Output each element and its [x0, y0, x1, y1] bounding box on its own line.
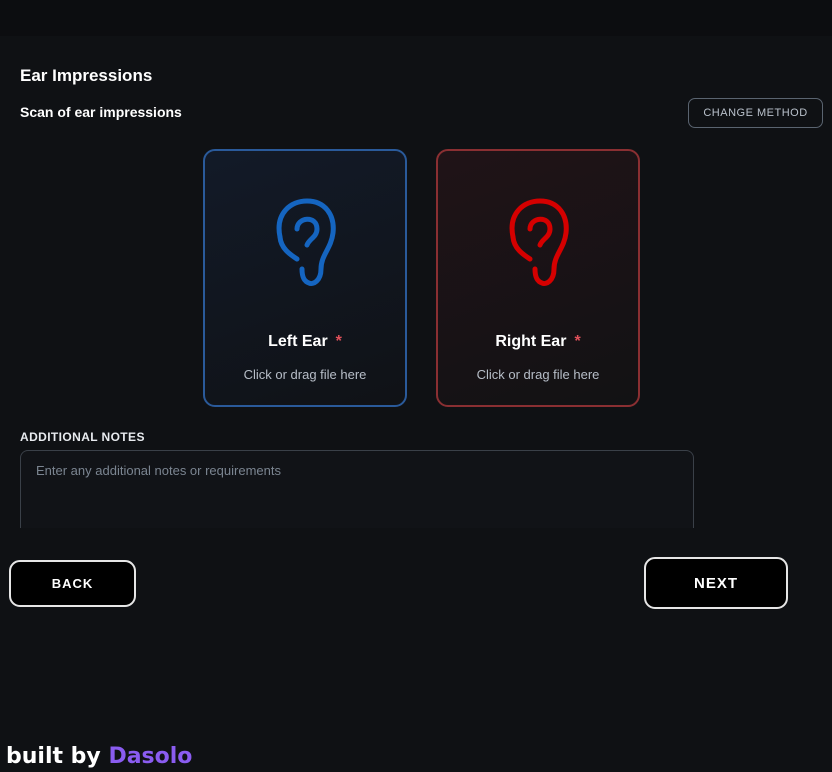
- right-ear-upload[interactable]: Right Ear * Click or drag file here: [436, 149, 640, 407]
- left-ear-upload[interactable]: Left Ear * Click or drag file here: [203, 149, 407, 407]
- built-by-footer: built by Dasolo: [6, 744, 192, 769]
- right-ear-label-text: Right Ear: [495, 333, 567, 350]
- section-title: Ear Impressions: [20, 66, 153, 85]
- additional-notes-input[interactable]: [20, 450, 694, 528]
- right-ear-hint: Click or drag file here: [476, 367, 600, 382]
- left-ear-label-text: Left Ear: [268, 333, 328, 350]
- next-button[interactable]: NEXT: [644, 557, 788, 609]
- required-marker: *: [574, 333, 581, 350]
- change-method-button[interactable]: CHANGE METHOD: [688, 98, 823, 128]
- brand-link[interactable]: Dasolo: [108, 744, 192, 769]
- left-ear-hint: Click or drag file here: [243, 367, 367, 382]
- ear-icon: [276, 198, 336, 286]
- top-bar: [0, 0, 832, 36]
- back-button[interactable]: BACK: [9, 560, 136, 607]
- section-subtitle: Scan of ear impressions: [20, 104, 182, 120]
- ear-icon: [509, 198, 569, 286]
- additional-notes-label: ADDITIONAL NOTES: [20, 430, 145, 444]
- required-marker: *: [335, 333, 342, 350]
- built-by-prefix: built by: [6, 744, 101, 769]
- right-ear-label: Right Ear *: [438, 333, 638, 351]
- left-ear-label: Left Ear *: [205, 333, 405, 351]
